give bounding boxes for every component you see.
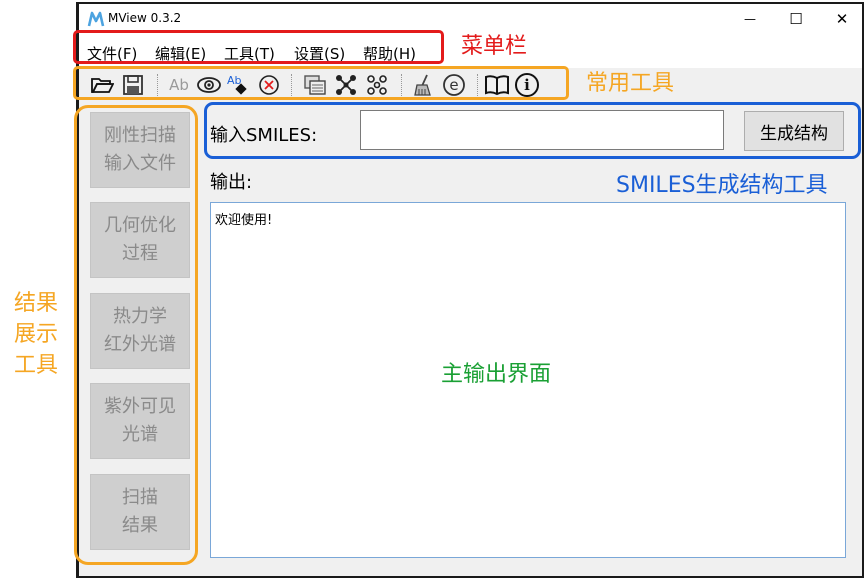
results-annotation-label: 结果 展示 工具 (14, 288, 58, 381)
smiles-annotation-box (204, 102, 861, 159)
results-annotation-line: 展示 (14, 322, 59, 347)
results-annotation-line: 工具 (14, 353, 59, 378)
results-annotation-line: 结果 (14, 291, 59, 316)
app-logo-icon (87, 11, 105, 27)
window-title: MView 0.3.2 (108, 11, 182, 25)
maximize-button[interactable]: ☐ (773, 4, 819, 34)
toolbar-annotation-box (73, 66, 569, 100)
menubar-annotation-label: 菜单栏 (461, 34, 528, 59)
smiles-annotation-label: SMILES生成结构工具 (616, 173, 828, 198)
output-label: 输出: (210, 172, 253, 193)
menubar-annotation-box (73, 30, 444, 64)
minimize-icon: — (744, 12, 756, 26)
toolbar-annotation-label: 常用工具 (586, 71, 675, 96)
main-output-annotation-label: 主输出界面 (441, 362, 552, 387)
close-icon: ✕ (835, 10, 849, 28)
output-text: 欢迎使用! (215, 213, 273, 228)
close-button[interactable]: ✕ (819, 4, 865, 34)
minimize-button[interactable]: — (727, 4, 773, 34)
results-annotation-box (74, 105, 198, 565)
maximize-icon: ☐ (789, 10, 803, 28)
